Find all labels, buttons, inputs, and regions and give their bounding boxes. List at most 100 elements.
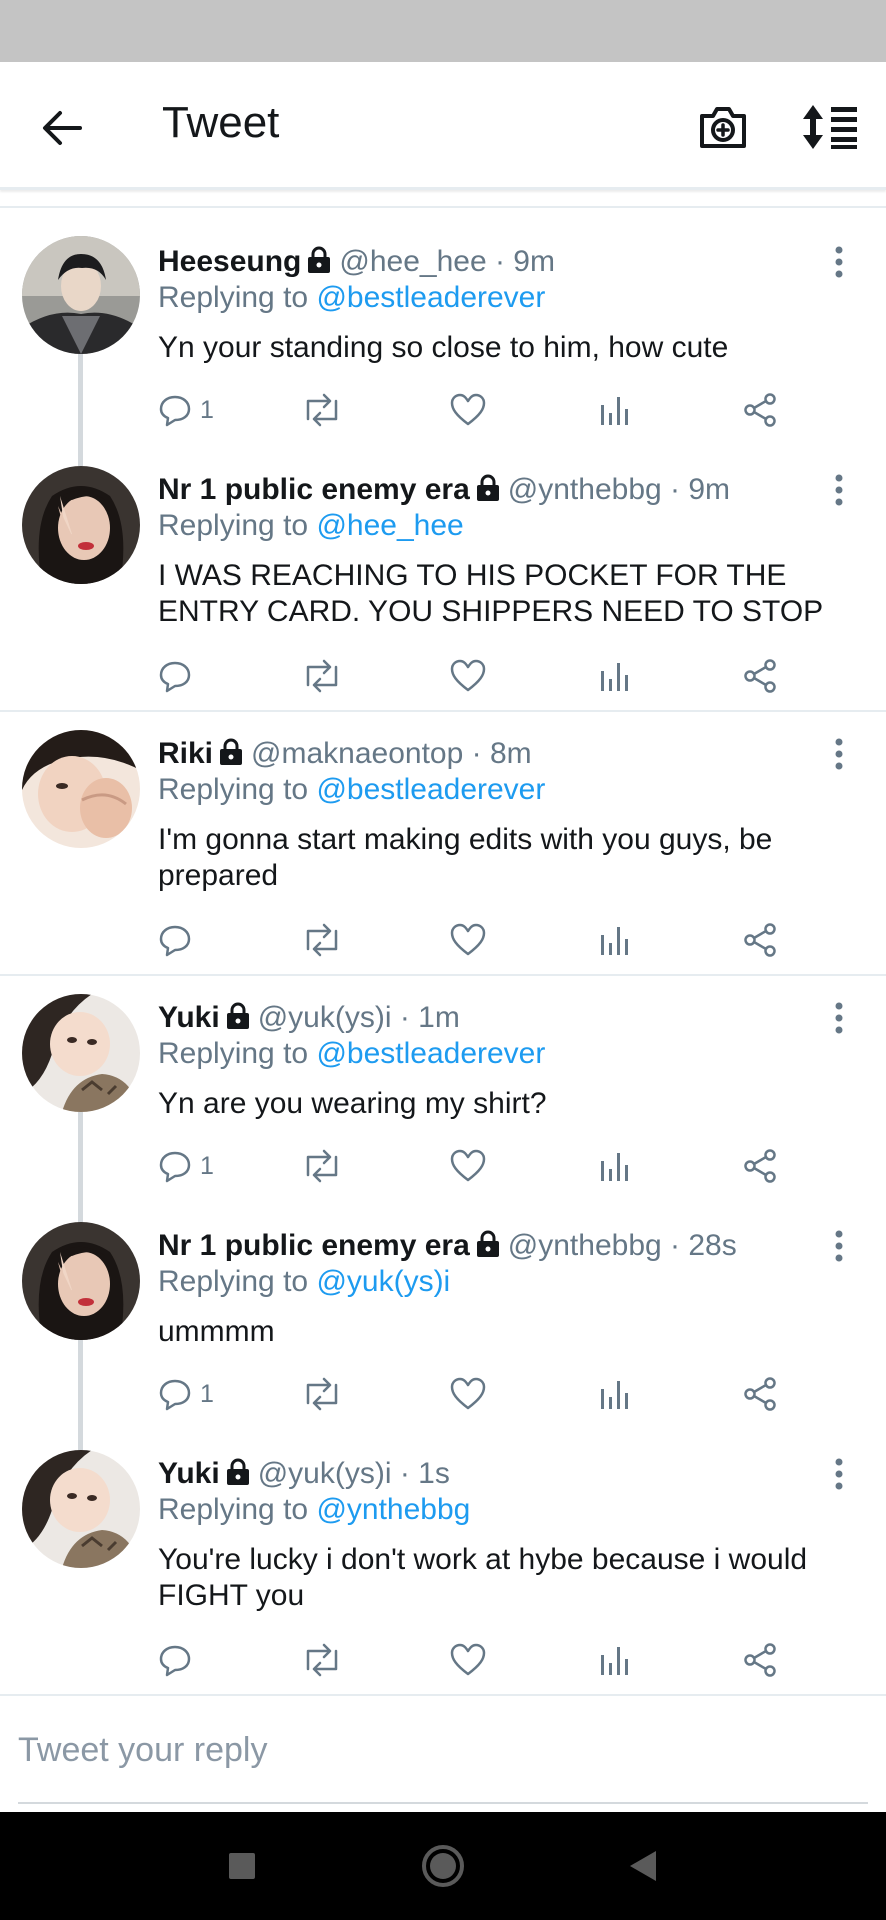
like-button[interactable] xyxy=(450,654,486,698)
lock-icon xyxy=(226,1002,249,1029)
share-button[interactable] xyxy=(742,1144,778,1188)
user-handle[interactable]: @yuk(ys)i xyxy=(258,1457,392,1490)
reply-button[interactable] xyxy=(158,654,200,698)
tweet-text: I'm gonna start making edits with you gu… xyxy=(158,823,773,892)
more-options-button[interactable] xyxy=(822,998,856,1038)
avatar[interactable] xyxy=(22,1450,140,1568)
more-options-button[interactable] xyxy=(822,1454,856,1494)
avatar[interactable] xyxy=(22,1222,140,1340)
reply-button[interactable]: 1 xyxy=(158,388,214,432)
replying-to: Replying to @hee_hee xyxy=(158,508,464,544)
thread-line xyxy=(78,1340,83,1454)
user-handle[interactable]: @hee_hee xyxy=(339,245,486,278)
share-button[interactable] xyxy=(742,1372,778,1416)
avatar[interactable] xyxy=(22,994,140,1112)
replying-to: Replying to @bestleaderever xyxy=(158,772,545,808)
lock-icon xyxy=(226,1458,249,1485)
more-options-button[interactable] xyxy=(822,734,856,774)
retweet-icon xyxy=(306,1377,338,1411)
reply-button[interactable] xyxy=(158,918,200,962)
tweet-actions: 1 xyxy=(158,1144,798,1188)
display-name[interactable]: Yuki xyxy=(158,1001,220,1034)
user-handle[interactable]: @yuk(ys)i xyxy=(258,1001,392,1034)
retweet-button[interactable] xyxy=(302,1144,342,1188)
mention-link[interactable]: @bestleaderever xyxy=(316,281,545,314)
timestamp: · 1s xyxy=(399,1457,450,1490)
share-button[interactable] xyxy=(742,1638,778,1682)
avatar[interactable] xyxy=(22,466,140,584)
share-button[interactable] xyxy=(742,654,778,698)
like-button[interactable] xyxy=(450,918,486,962)
tweet-divider xyxy=(0,974,886,976)
retweet-button[interactable] xyxy=(302,918,342,962)
mention-link[interactable]: @bestleaderever xyxy=(316,773,545,806)
share-icon xyxy=(744,1377,776,1411)
retweet-button[interactable] xyxy=(302,1638,342,1682)
like-button[interactable] xyxy=(450,1144,486,1188)
more-vertical-icon xyxy=(835,1458,843,1490)
timestamp: · 8m xyxy=(471,737,532,770)
display-name[interactable]: Heeseung xyxy=(158,245,301,278)
display-name[interactable]: Nr 1 public enemy era xyxy=(158,473,470,506)
avatar[interactable] xyxy=(22,730,140,848)
lock-icon xyxy=(476,1230,499,1257)
display-name[interactable]: Yuki xyxy=(158,1457,220,1490)
mention-link[interactable]: @yuk(ys)i xyxy=(316,1265,450,1298)
comment-icon xyxy=(159,661,191,693)
more-options-button[interactable] xyxy=(822,470,856,510)
camera-button[interactable] xyxy=(694,98,752,156)
reply-count: 1 xyxy=(200,1151,214,1180)
user-handle[interactable]: @ynthebbg xyxy=(508,1229,662,1262)
analytics-button[interactable] xyxy=(598,918,630,962)
bar-chart-icon xyxy=(601,1381,628,1409)
user-handle[interactable]: @ynthebbg xyxy=(508,473,662,506)
analytics-button[interactable] xyxy=(598,1638,630,1682)
lock-icon xyxy=(308,246,331,273)
replying-to: Replying to @bestleaderever xyxy=(158,1036,545,1072)
recents-button[interactable] xyxy=(214,1838,270,1894)
reply-underline xyxy=(18,1802,868,1804)
tweet-actions: 1 xyxy=(158,1372,798,1416)
retweet-button[interactable] xyxy=(302,1372,342,1416)
share-button[interactable] xyxy=(742,388,778,432)
home-button[interactable] xyxy=(415,1838,471,1894)
reply-composer xyxy=(0,1696,886,1806)
analytics-button[interactable] xyxy=(598,1372,630,1416)
timestamp: · 28s xyxy=(670,1229,737,1262)
avatar[interactable] xyxy=(22,236,140,354)
heart-icon xyxy=(450,923,486,956)
retweet-icon xyxy=(306,923,338,957)
like-button[interactable] xyxy=(450,388,486,432)
back-button[interactable] xyxy=(34,100,90,156)
user-handle[interactable]: @maknaeontop xyxy=(251,737,463,770)
display-name[interactable]: Nr 1 public enemy era xyxy=(158,1229,470,1262)
share-button[interactable] xyxy=(742,918,778,962)
analytics-button[interactable] xyxy=(598,654,630,698)
reply-button[interactable]: 1 xyxy=(158,1144,214,1188)
mention-link[interactable]: @hee_hee xyxy=(316,509,463,542)
comment-icon xyxy=(159,1379,191,1411)
display-name[interactable]: Riki xyxy=(158,737,213,770)
camera-icon xyxy=(700,107,746,148)
like-button[interactable] xyxy=(450,1372,486,1416)
reply-button[interactable] xyxy=(158,1638,200,1682)
reply-input[interactable] xyxy=(18,1728,868,1772)
more-vertical-icon xyxy=(835,246,843,278)
more-options-button[interactable] xyxy=(822,242,856,282)
like-button[interactable] xyxy=(450,1638,486,1682)
thread-line xyxy=(78,352,83,466)
mention-link[interactable]: @bestleaderever xyxy=(316,1037,545,1070)
sort-button[interactable] xyxy=(798,98,862,156)
retweet-button[interactable] xyxy=(302,654,342,698)
back-nav-button[interactable] xyxy=(614,1838,670,1894)
mention-link[interactable]: @ynthebbg xyxy=(316,1493,470,1526)
timestamp: · 9m xyxy=(670,473,731,506)
more-options-button[interactable] xyxy=(822,1226,856,1266)
sort-icon xyxy=(803,105,857,149)
analytics-button[interactable] xyxy=(598,388,630,432)
comment-icon xyxy=(159,925,191,957)
analytics-button[interactable] xyxy=(598,1144,630,1188)
reply-button[interactable]: 1 xyxy=(158,1372,214,1416)
tweet-actions xyxy=(158,918,798,962)
retweet-button[interactable] xyxy=(302,388,342,432)
